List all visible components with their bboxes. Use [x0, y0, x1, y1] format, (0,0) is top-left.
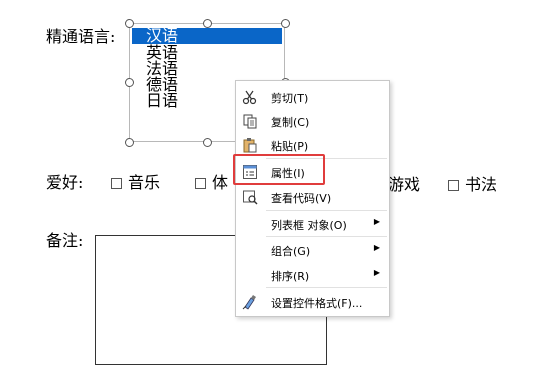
copy-icon — [243, 114, 257, 129]
hobby-checkbox-sports[interactable]: 体 — [195, 174, 228, 192]
checkbox-label: 体 — [212, 173, 229, 192]
menu-item-order[interactable]: 排序(R) ▶ — [236, 263, 389, 287]
menu-item-label: 查看代码(V) — [271, 192, 332, 205]
resize-handle-top-right[interactable] — [281, 19, 290, 28]
checkbox[interactable] — [111, 177, 122, 189]
menu-separator — [266, 236, 387, 237]
menu-separator — [266, 287, 387, 288]
menu-item-format-control[interactable]: 设置控件格式(F)... — [236, 290, 389, 314]
menu-item-cut[interactable]: 剪切(T) — [236, 85, 389, 109]
menu-separator — [266, 210, 387, 211]
list-item[interactable]: 汉语 — [132, 28, 282, 44]
menu-item-label: 列表框 对象(O) — [271, 219, 347, 232]
resize-handle-top-left[interactable] — [125, 19, 134, 28]
menu-item-label: 设置控件格式(F)... — [271, 297, 363, 310]
checkbox[interactable] — [195, 177, 206, 189]
submenu-arrow-icon: ▶ — [373, 243, 380, 252]
menu-item-label: 剪切(T) — [271, 92, 309, 105]
hobby-checkbox-games[interactable]: 游戏 — [388, 176, 420, 194]
notes-label: 备注: — [46, 231, 84, 250]
hobby-checkbox-music[interactable]: 音乐 — [111, 174, 160, 192]
languages-label: 精通语言: — [46, 27, 116, 46]
resize-handle-bottom[interactable] — [203, 138, 212, 147]
menu-item-copy[interactable]: 复制(C) — [236, 109, 389, 133]
hobby-label: 爱好: — [46, 173, 84, 192]
resize-handle-left[interactable] — [125, 78, 134, 87]
checkbox[interactable] — [448, 179, 459, 191]
menu-item-view-code[interactable]: 查看代码(V) — [236, 185, 389, 209]
highlight-box — [233, 154, 325, 185]
checkbox-label: 书法 — [465, 175, 498, 194]
menu-item-label: 复制(C) — [271, 116, 310, 129]
menu-item-listbox-object[interactable]: 列表框 对象(O) ▶ — [236, 212, 389, 236]
checkbox-label: 音乐 — [128, 173, 161, 192]
menu-item-group[interactable]: 组合(G) ▶ — [236, 238, 389, 262]
submenu-arrow-icon: ▶ — [373, 268, 380, 277]
hobby-checkbox-calligraphy[interactable]: 书法 — [448, 176, 497, 194]
view-code-icon — [243, 190, 258, 205]
format-control-icon — [242, 295, 256, 310]
context-menu: 剪切(T) 复制(C) 粘贴(P) 属性(I) 查看代码(V) 列表框 对象(O… — [235, 80, 390, 317]
scissors-icon — [242, 90, 257, 105]
checkbox-label: 游戏 — [388, 175, 421, 194]
menu-item-label: 组合(G) — [271, 245, 311, 258]
resize-handle-top[interactable] — [203, 19, 212, 28]
resize-handle-bottom-left[interactable] — [125, 138, 134, 147]
menu-item-label: 排序(R) — [271, 270, 310, 283]
submenu-arrow-icon: ▶ — [373, 217, 380, 226]
paste-icon — [243, 138, 257, 153]
menu-item-label: 粘贴(P) — [271, 140, 309, 153]
